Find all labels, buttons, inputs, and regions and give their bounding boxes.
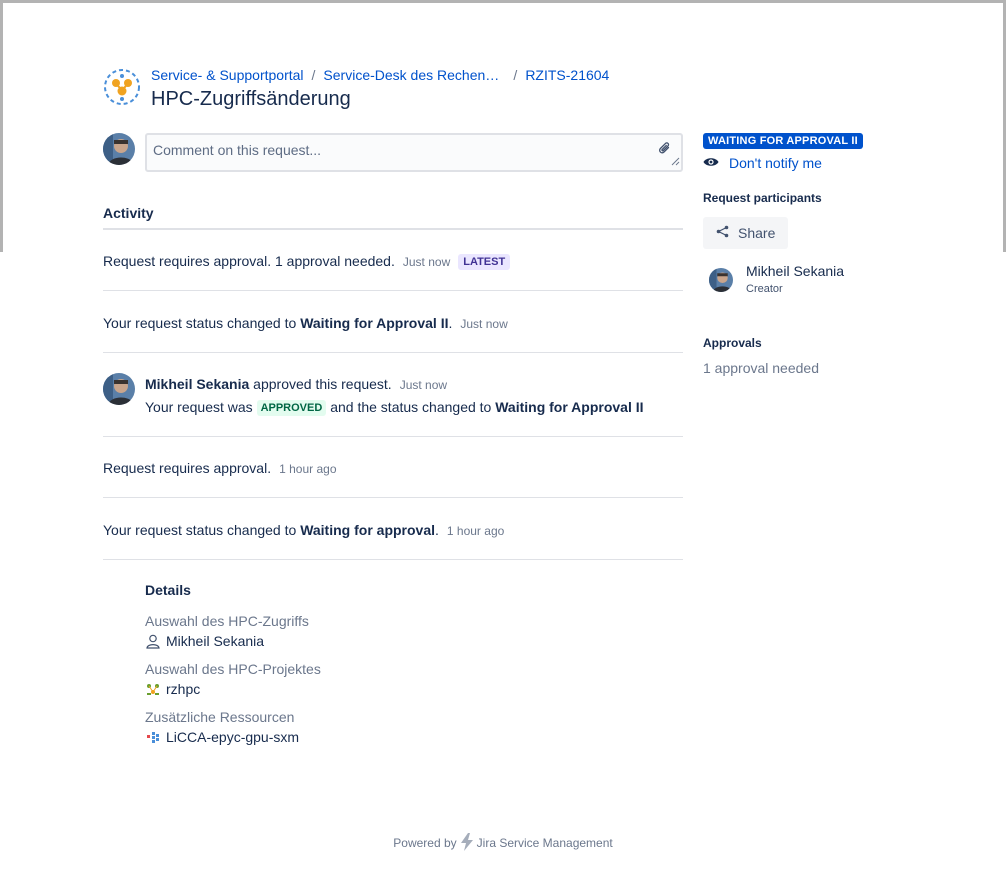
approver-name: Mikheil Sekania bbox=[145, 376, 250, 392]
approver-avatar bbox=[103, 373, 135, 405]
detail-label: Auswahl des HPC-Projektes bbox=[145, 661, 321, 677]
activity-status: Waiting for Approval II bbox=[300, 315, 449, 331]
activity-divider bbox=[103, 352, 683, 353]
participant-name: Mikheil Sekania bbox=[746, 263, 845, 279]
window-left-edge bbox=[0, 0, 3, 252]
breadcrumb-separator: / bbox=[311, 67, 316, 83]
activity-status: Waiting for approval bbox=[300, 522, 436, 538]
resize-handle-icon[interactable] bbox=[671, 153, 680, 169]
activity-time: Just now bbox=[460, 317, 508, 331]
breadcrumb-issue-link[interactable]: RZITS-21604 bbox=[525, 67, 609, 83]
participant-avatar bbox=[709, 268, 733, 292]
notify-toggle[interactable]: Don't notify me bbox=[703, 155, 822, 171]
participants-heading: Request participants bbox=[703, 191, 822, 205]
portal-logo-icon[interactable] bbox=[103, 68, 141, 106]
notify-label[interactable]: Don't notify me bbox=[729, 155, 822, 171]
detail-label: Zusätzliche Ressourcen bbox=[145, 709, 295, 725]
participant-role: Creator bbox=[746, 283, 783, 295]
breadcrumb: Service- & Supportportal / Service-Desk de… bbox=[151, 66, 609, 84]
current-user-avatar bbox=[103, 133, 135, 165]
approval-new-status: Waiting for Approval II bbox=[495, 399, 644, 415]
user-icon bbox=[145, 633, 161, 649]
powered-by-text: Powered by bbox=[393, 836, 457, 850]
activity-divider bbox=[103, 290, 683, 291]
jira-logo-icon bbox=[460, 833, 474, 854]
status-badge: WAITING FOR APPROVAL II bbox=[703, 133, 863, 149]
approval-action: approved this request. bbox=[249, 376, 392, 392]
eye-icon bbox=[703, 155, 719, 171]
activity-time: 1 hour ago bbox=[279, 462, 337, 476]
activity-item: Your request status changed to Waiting f… bbox=[103, 520, 683, 541]
activity-heading-rule bbox=[103, 228, 683, 230]
activity-text: Request requires approval. 1 approval ne… bbox=[103, 253, 395, 269]
comment-placeholder: Comment on this request... bbox=[153, 142, 322, 158]
activity-text: Your request status changed to bbox=[103, 522, 301, 538]
approval-line2-mid: and the status changed to bbox=[326, 399, 496, 415]
detail-value-text: rzhpc bbox=[166, 681, 201, 697]
detail-value: Mikheil Sekania bbox=[145, 630, 321, 652]
approval-line2-prefix: Your request was bbox=[145, 399, 257, 415]
activity-item: Request requires approval. 1 approval ne… bbox=[103, 251, 683, 272]
latest-badge: LATEST bbox=[458, 254, 511, 270]
detail-value-text: Mikheil Sekania bbox=[166, 633, 265, 649]
share-icon bbox=[716, 225, 729, 241]
breadcrumb-separator: / bbox=[513, 67, 518, 83]
approvals-needed: 1 approval needed bbox=[703, 360, 819, 376]
activity-time: Just now bbox=[399, 378, 448, 392]
comment-input[interactable]: Comment on this request... bbox=[145, 133, 683, 172]
resource-icon bbox=[145, 729, 161, 745]
activity-text: Your request status changed to bbox=[103, 315, 301, 331]
detail-label: Auswahl des HPC-Zugriffs bbox=[145, 613, 309, 629]
jira-service-management-link[interactable]: Jira Service Management bbox=[477, 836, 613, 850]
share-button[interactable]: Share bbox=[703, 217, 788, 249]
activity-heading: Activity bbox=[103, 205, 154, 221]
details-section: Details Auswahl des HPC-Zugriffs Mikheil… bbox=[145, 582, 321, 756]
activity-time: 1 hour ago bbox=[446, 524, 505, 538]
breadcrumb-portal-link[interactable]: Service- & Supportportal bbox=[151, 67, 304, 83]
activity-divider bbox=[103, 559, 683, 560]
activity-divider bbox=[103, 436, 683, 437]
details-title: Details bbox=[145, 582, 191, 598]
attach-file-icon[interactable] bbox=[658, 142, 672, 159]
activity-divider bbox=[103, 497, 683, 498]
detail-value: LiCCA-epyc-gpu-sxm bbox=[145, 726, 321, 748]
activity-text-suffix: . bbox=[435, 522, 439, 538]
share-label[interactable]: Share bbox=[738, 225, 775, 241]
footer: Powered by Jira Service Management bbox=[0, 833, 1006, 854]
approvals-heading: Approvals bbox=[703, 336, 762, 350]
page-title: HPC-Zugriffsänderung bbox=[151, 88, 351, 110]
project-icon bbox=[145, 681, 161, 697]
activity-item: Your request status changed to Waiting f… bbox=[103, 313, 683, 334]
activity-item: Request requires approval. 1 hour ago bbox=[103, 458, 683, 479]
approved-badge: APPROVED bbox=[256, 400, 327, 416]
activity-item-approval: Mikheil Sekania approved this request. Ju… bbox=[145, 373, 685, 418]
activity-text-suffix: . bbox=[448, 315, 453, 331]
detail-value-text: LiCCA-epyc-gpu-sxm bbox=[166, 729, 300, 745]
window-top-edge bbox=[0, 0, 1006, 3]
detail-value: rzhpc bbox=[145, 678, 321, 700]
activity-text: Request requires approval. bbox=[103, 460, 272, 476]
breadcrumb-desk-link[interactable]: Service-Desk des Rechenz… bbox=[323, 66, 505, 84]
activity-time: Just now bbox=[402, 255, 451, 269]
